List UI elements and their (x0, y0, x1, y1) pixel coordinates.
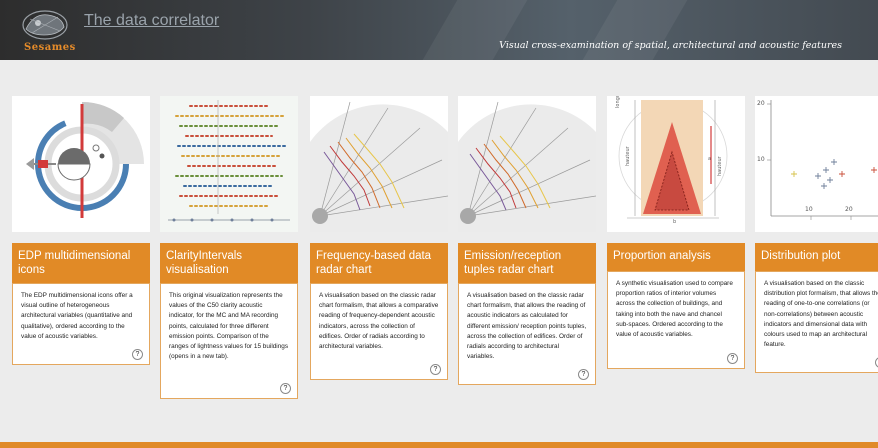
card-title-band[interactable]: Emission/reception tuples radar chart (458, 243, 596, 283)
card-description: A visualisation based on the classic rad… (310, 283, 448, 380)
dist-x-tick-20: 20 (845, 206, 853, 213)
proportion-label-side: a (708, 156, 712, 162)
card-description-text: A visualisation based on the classic rad… (319, 292, 439, 351)
card-title[interactable]: Proportion analysis (613, 250, 711, 262)
header-decoration (582, 0, 688, 60)
card-title-band[interactable]: Frequency-based data radar chart (310, 243, 448, 283)
card-description-text: A visualisation based on the classic dis… (764, 280, 878, 349)
proportion-label-left: hauteur (625, 146, 631, 166)
edp-icon-thumbnail[interactable] (12, 96, 150, 232)
card-description-text: The EDP multidimensional icons offer a v… (21, 292, 133, 340)
card-description-text: This original visualization represents t… (169, 292, 289, 361)
site-header: Sesames The data correlator Visual cross… (0, 0, 878, 60)
dist-x-tick-10: 10 (805, 206, 813, 213)
help-icon[interactable]: ? (280, 383, 291, 394)
card-description: The EDP multidimensional icons offer a v… (12, 283, 150, 365)
distribution-plot-thumbnail[interactable]: 20 10 10 20 (755, 96, 878, 232)
card-title[interactable]: ClarityIntervals visualisation (166, 250, 242, 276)
site-title-link[interactable]: The data correlator (84, 12, 219, 30)
clarity-intervals-thumbnail[interactable] (160, 96, 298, 232)
footer-accent-bar (0, 442, 878, 448)
proportion-label-right: hauteur (717, 156, 723, 176)
header-decoration (422, 0, 528, 60)
dist-y-tick-20: 20 (757, 100, 765, 107)
logo-wordmark: Sesames (24, 42, 76, 53)
help-icon[interactable]: ? (578, 369, 589, 380)
card-description-text: A synthetic visualisation used to compar… (616, 280, 733, 339)
card-description: A visualisation based on the classic rad… (458, 283, 596, 385)
dist-y-tick-10: 10 (757, 156, 765, 163)
frequency-radar-thumbnail[interactable] (310, 96, 448, 232)
emission-reception-radar-thumbnail[interactable] (458, 96, 596, 232)
site-subtitle: Visual cross-examination of spatial, arc… (499, 40, 842, 51)
help-icon[interactable]: ? (132, 349, 143, 360)
card-title[interactable]: EDP multidimensional icons (18, 250, 130, 276)
proportion-analysis-thumbnail[interactable]: longueur hauteur hauteur a b (607, 96, 745, 232)
card-title-band[interactable]: Proportion analysis (607, 243, 745, 271)
card-title-band[interactable]: EDP multidimensional icons (12, 243, 150, 283)
card-description: This original visualization represents t… (160, 283, 298, 399)
card-title-band[interactable]: Distribution plot (755, 243, 878, 271)
card-title[interactable]: Frequency-based data radar chart (316, 250, 431, 276)
card-description-text: A visualisation based on the classic rad… (467, 292, 587, 361)
help-icon[interactable]: ? (430, 364, 441, 375)
card-title[interactable]: Emission/reception tuples radar chart (464, 250, 561, 276)
card-description: A synthetic visualisation used to compar… (607, 271, 745, 369)
card-description: A visualisation based on the classic dis… (755, 271, 878, 373)
proportion-label-bottom: b (673, 219, 677, 225)
proportion-label-top: longueur (615, 96, 621, 108)
card-title[interactable]: Distribution plot (761, 250, 840, 262)
card-title-band[interactable]: ClarityIntervals visualisation (160, 243, 298, 283)
help-icon[interactable]: ? (727, 353, 738, 364)
